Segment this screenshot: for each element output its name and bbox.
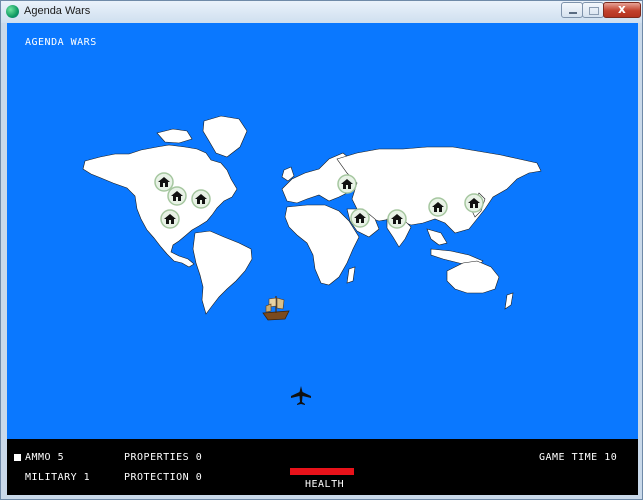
house-icon[interactable]	[195, 194, 207, 204]
title-bar[interactable]: Agenda Wars	[1, 1, 642, 23]
game-time-counter: GAME TIME 10	[539, 452, 618, 463]
close-button[interactable]	[603, 2, 641, 18]
house-icon[interactable]	[171, 191, 183, 201]
house-icon[interactable]	[164, 214, 176, 224]
ship-icon[interactable]	[260, 292, 292, 324]
maximize-button[interactable]	[582, 2, 604, 18]
game-window: Agenda Wars AGENDA WARS	[0, 0, 643, 500]
house-icon[interactable]	[341, 179, 353, 189]
protection-counter: PROTECTION 0	[124, 472, 203, 483]
house-icon[interactable]	[354, 213, 366, 223]
house-icon[interactable]	[158, 177, 170, 187]
airplane-icon[interactable]	[290, 385, 312, 407]
window-title: Agenda Wars	[24, 5, 91, 17]
house-icon[interactable]	[468, 198, 480, 208]
minimize-button[interactable]	[561, 2, 583, 18]
properties-counter: PROPERTIES 0	[124, 452, 203, 463]
app-icon	[6, 5, 19, 18]
house-icon[interactable]	[432, 202, 444, 212]
house-icon[interactable]	[391, 214, 403, 224]
health-label: HEALTH	[305, 479, 345, 490]
status-hud: AMMO 5 MILITARY 1 PROPERTIES 0 PROTECTIO…	[7, 439, 638, 495]
health-bar	[290, 468, 354, 475]
ammo-counter: AMMO 5	[25, 452, 65, 463]
military-counter: MILITARY 1	[25, 472, 91, 483]
property-markers	[158, 177, 480, 224]
ammo-indicator	[14, 454, 21, 461]
game-canvas[interactable]: AGENDA WARS	[7, 23, 638, 439]
